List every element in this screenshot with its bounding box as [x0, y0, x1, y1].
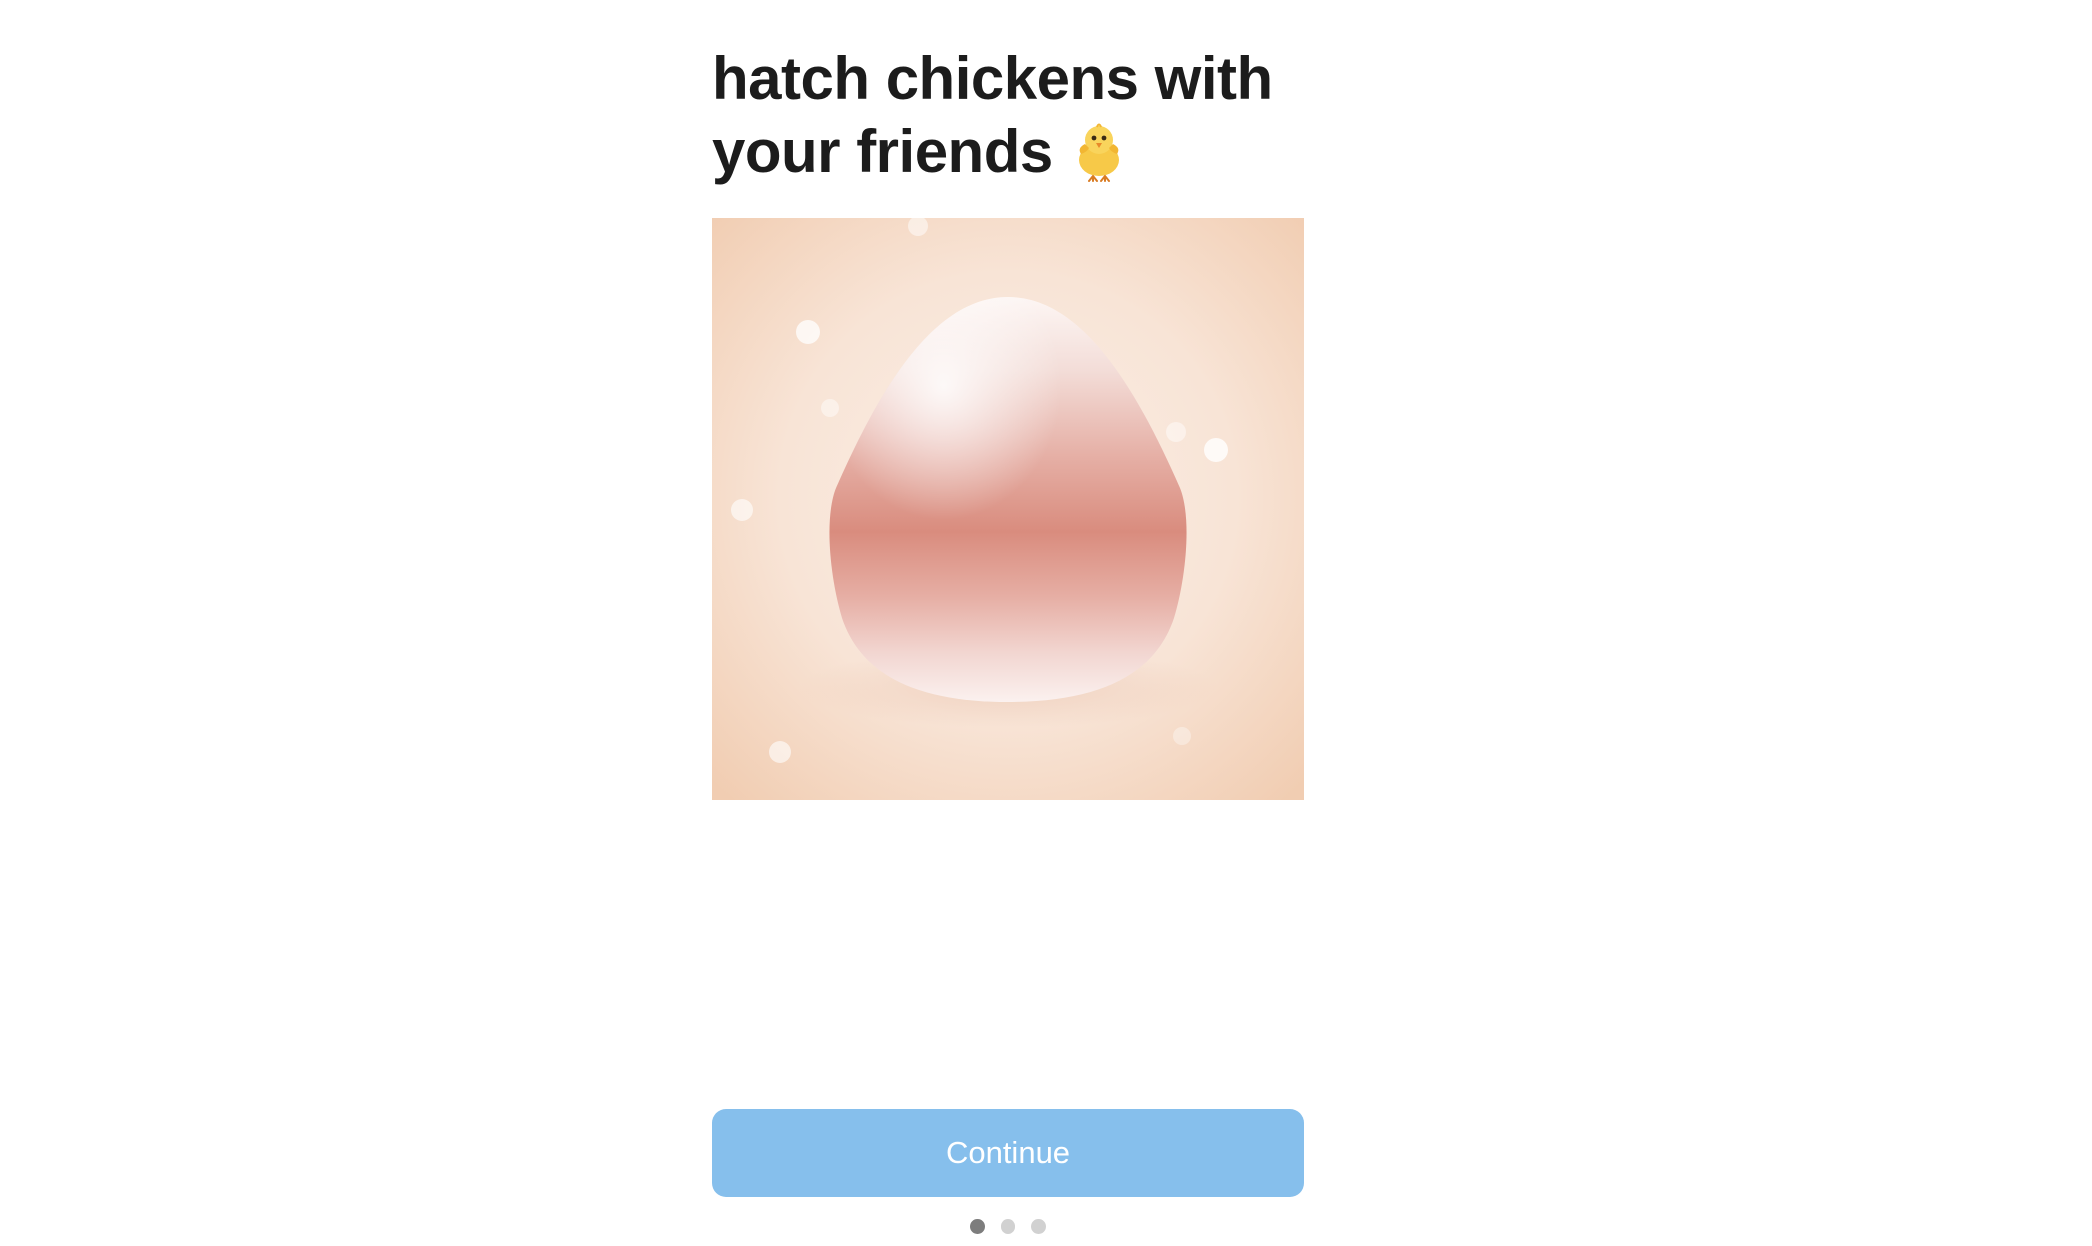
- page-dot-2[interactable]: [1000, 1218, 1016, 1234]
- continue-button[interactable]: Continue: [712, 1109, 1304, 1197]
- page-dot-1[interactable]: [970, 1218, 985, 1234]
- onboarding-screen: hatch chickens with your friends Continu…: [0, 0, 2092, 1246]
- page-indicator: [962, 1216, 1054, 1236]
- page-dot-3[interactable]: [1031, 1218, 1047, 1234]
- title-line-2: your friends: [712, 115, 1332, 198]
- egg-illustration: [712, 218, 1304, 800]
- hatching-chick-icon: [1067, 118, 1131, 198]
- egg-icon: [712, 218, 1304, 800]
- title-line-2-text: your friends: [712, 118, 1053, 185]
- title-line-1: hatch chickens with: [712, 45, 1273, 112]
- page-title: hatch chickens with your friends: [712, 42, 1332, 198]
